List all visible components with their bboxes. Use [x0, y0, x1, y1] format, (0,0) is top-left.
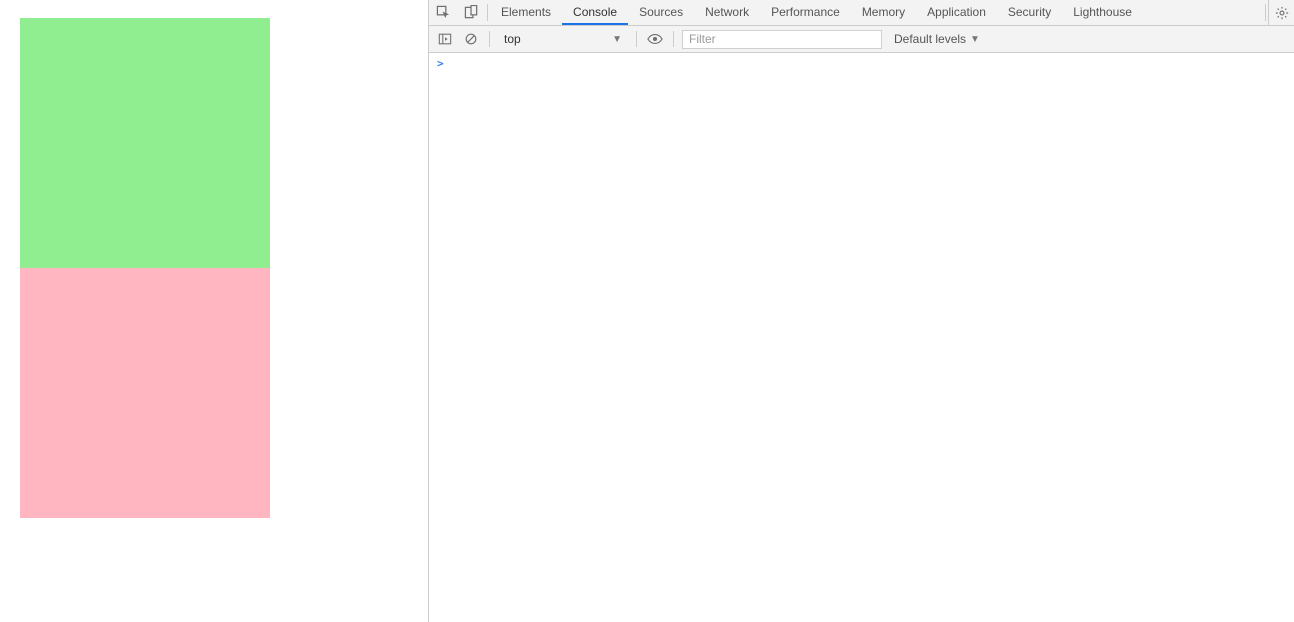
console-output[interactable]: > [429, 53, 1294, 622]
tab-application[interactable]: Application [916, 0, 997, 25]
tab-performance[interactable]: Performance [760, 0, 851, 25]
tab-lighthouse[interactable]: Lighthouse [1062, 0, 1143, 25]
separator [636, 31, 637, 47]
clear-console-icon[interactable] [461, 29, 481, 49]
inspect-element-icon[interactable] [429, 0, 457, 25]
tab-network[interactable]: Network [694, 0, 760, 25]
settings-icon[interactable] [1268, 0, 1294, 25]
levels-label: Default levels [894, 32, 966, 46]
console-prompt-icon: > [429, 53, 452, 74]
context-label: top [504, 32, 521, 46]
separator [487, 4, 488, 21]
dropdown-caret-icon: ▼ [970, 34, 980, 45]
dropdown-caret-icon: ▼ [612, 34, 622, 45]
tab-console[interactable]: Console [562, 0, 628, 25]
page-content [0, 0, 428, 622]
device-toolbar-icon[interactable] [457, 0, 485, 25]
separator [1265, 4, 1266, 21]
separator [673, 31, 674, 47]
pink-block [20, 268, 270, 518]
devtools-panel: Elements Console Sources Network Perform… [428, 0, 1294, 622]
tab-security[interactable]: Security [997, 0, 1062, 25]
sidebar-toggle-icon[interactable] [435, 29, 455, 49]
separator [489, 31, 490, 47]
log-levels-selector[interactable]: Default levels ▼ [888, 32, 986, 46]
spacer [1143, 0, 1263, 25]
live-expression-icon[interactable] [645, 29, 665, 49]
tab-memory[interactable]: Memory [851, 0, 916, 25]
filter-input[interactable] [682, 30, 882, 49]
tab-sources[interactable]: Sources [628, 0, 694, 25]
green-block [20, 18, 270, 268]
devtools-tabbar: Elements Console Sources Network Perform… [429, 0, 1294, 26]
context-selector[interactable]: top ▼ [498, 29, 628, 49]
console-toolbar: top ▼ Default levels ▼ [429, 26, 1294, 53]
tab-elements[interactable]: Elements [490, 0, 562, 25]
